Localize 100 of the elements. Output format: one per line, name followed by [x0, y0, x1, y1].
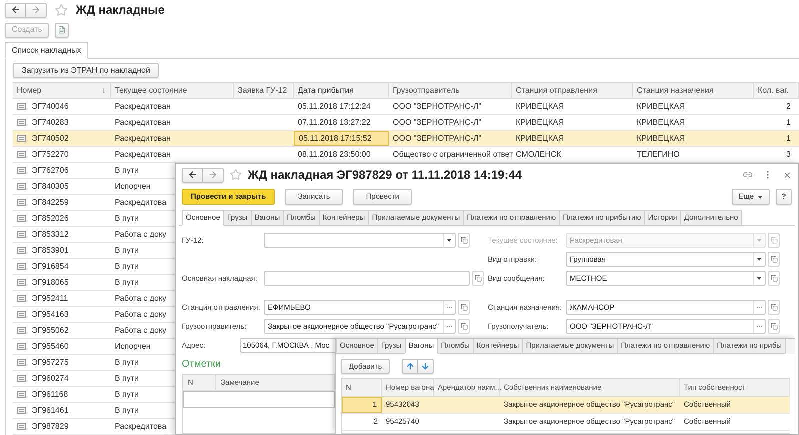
table-cell: Раскредитован [115, 116, 171, 128]
document-icon [17, 167, 26, 174]
ellipsis-icon [756, 304, 763, 311]
column-header[interactable]: Кол. ваг. [758, 84, 789, 96]
star-icon[interactable] [230, 169, 242, 181]
table-cell: КРИВЕЦКАЯ [516, 116, 564, 128]
table-cell: ТЕЛЕГИНО [637, 148, 680, 160]
table-cell: ЭГ957275 [32, 356, 69, 368]
table-cell: ЭГ960274 [32, 372, 69, 384]
open-icon [460, 323, 468, 330]
table-cell: ЭГ961461 [32, 404, 69, 416]
table-cell: В пути [115, 372, 140, 384]
table-row[interactable]: ЭГ740502 Раскредитован 05.11.2018 17:15:52 ООО "ЗЕРНОТРАНС-Л" КРИВЕЦКАЯ КРИВЕЦКАЯ 1 [13, 131, 799, 147]
document-icon [17, 407, 26, 414]
table-cell: Раскредитова [115, 420, 167, 432]
caret-icon [757, 258, 762, 261]
document-icon [17, 295, 26, 302]
table-cell: 1 [786, 132, 791, 144]
document-icon [17, 327, 26, 334]
table-cell: Работа с доку [115, 292, 167, 304]
document-icon [17, 359, 26, 366]
table-cell: В пути [115, 164, 140, 176]
table-cell: В пути [115, 388, 140, 400]
forward-icon [208, 170, 218, 180]
open-icon [770, 256, 778, 263]
table-cell: ЭГ762706 [32, 164, 69, 176]
table-cell: Работа с доку [115, 308, 167, 320]
table-cell: 05.11.2018 17:15:52 [299, 132, 372, 144]
tab[interactable]: Список накладных [5, 42, 88, 59]
table-cell: ЭГ740283 [32, 116, 69, 128]
table-row[interactable] [183, 391, 335, 408]
forward-icon [31, 5, 41, 15]
table-cell: 1 [786, 116, 791, 128]
column-header[interactable]: Станция назначения [637, 84, 714, 96]
table-cell: ЭГ852026 [32, 212, 69, 224]
document-icon [17, 311, 26, 318]
ellipsis-icon [446, 323, 453, 330]
back-icon [10, 5, 20, 15]
section-title: Отметки [182, 358, 222, 372]
column-header[interactable]: Грузоотправитель [393, 84, 460, 96]
document-icon [17, 119, 26, 126]
ellipsis-icon [756, 323, 763, 330]
table-cell: ЭГ987829 [32, 420, 69, 432]
document-icon [17, 231, 26, 238]
table-cell: 05.11.2018 17:12:24 [298, 100, 371, 112]
move-down-button[interactable] [418, 359, 434, 374]
table-cell: В пути [115, 356, 140, 368]
copy-button[interactable] [55, 22, 70, 38]
table-cell: КРИВЕЦКАЯ [516, 132, 564, 144]
back-button[interactable] [182, 168, 203, 182]
table-cell: КРИВЕЦКАЯ [637, 116, 686, 128]
document-icon [17, 247, 26, 254]
star-icon[interactable] [55, 4, 68, 16]
window-title: ЖД накладные [76, 2, 165, 19]
column-header[interactable]: Заявка ГУ-12 [238, 84, 288, 96]
table-cell: КРИВЕЦКАЯ [637, 100, 686, 112]
table-cell: 08.11.2018 23:50:00 [298, 148, 371, 160]
table-cell: Работа с доку [115, 228, 167, 240]
table-cell: В пути [115, 260, 140, 272]
table-cell: ЭГ840305 [32, 180, 69, 192]
table-cell: ЭГ955062 [32, 324, 69, 336]
table-cell: В пути [115, 212, 140, 224]
document-icon [17, 391, 26, 398]
open-icon [770, 323, 778, 330]
document-icon [17, 215, 26, 222]
table-cell: 2 [786, 100, 791, 112]
table-cell: ЭГ740046 [32, 100, 69, 112]
ellipsis-icon [446, 304, 453, 311]
load-button[interactable]: Загрузить из ЭТРАН по накладной [13, 63, 160, 78]
input-field[interactable] [264, 271, 470, 286]
table-cell: В пути [115, 244, 140, 256]
table-cell: ЭГ952411 [32, 292, 68, 304]
table-cell: КРИВЕЦКАЯ [516, 100, 564, 112]
table-cell: 07.11.2018 13:27:22 [298, 116, 371, 128]
table-cell: Раскредитован [115, 148, 171, 160]
open-icon [770, 304, 778, 311]
column-header[interactable]: Номер [17, 84, 42, 96]
table-cell: ЭГ916854 [32, 260, 69, 272]
move-up-button[interactable] [402, 359, 418, 374]
table-cell: ЭГ740502 [32, 132, 69, 144]
column-header[interactable]: Дата прибытия [298, 84, 354, 96]
open-icon [770, 237, 778, 244]
link-icon[interactable] [743, 170, 753, 180]
close-icon[interactable] [783, 170, 792, 180]
column-header[interactable]: Текущее состояние [115, 84, 188, 96]
column-header[interactable]: Станция отправления [516, 84, 598, 96]
table-cell: Работа с доку [115, 324, 167, 336]
table-cell: Испорчен [115, 340, 151, 352]
table-cell: СМОЛЕНСК [516, 148, 562, 160]
document-icon [58, 26, 66, 34]
window-title: ЖД накладная ЭГ987829 от 11.11.2018 14:19:44 [248, 167, 522, 184]
document-icon [17, 375, 26, 382]
back-button[interactable] [5, 2, 26, 18]
table-cell: ЭГ961168 [32, 388, 68, 400]
table-cell: ЭГ954163 [32, 308, 69, 320]
input-field[interactable] [264, 233, 456, 248]
document-icon [17, 135, 26, 142]
arrow-up-icon [406, 362, 415, 371]
document-icon [17, 103, 26, 110]
table-cell: ЭГ955460 [32, 340, 69, 352]
